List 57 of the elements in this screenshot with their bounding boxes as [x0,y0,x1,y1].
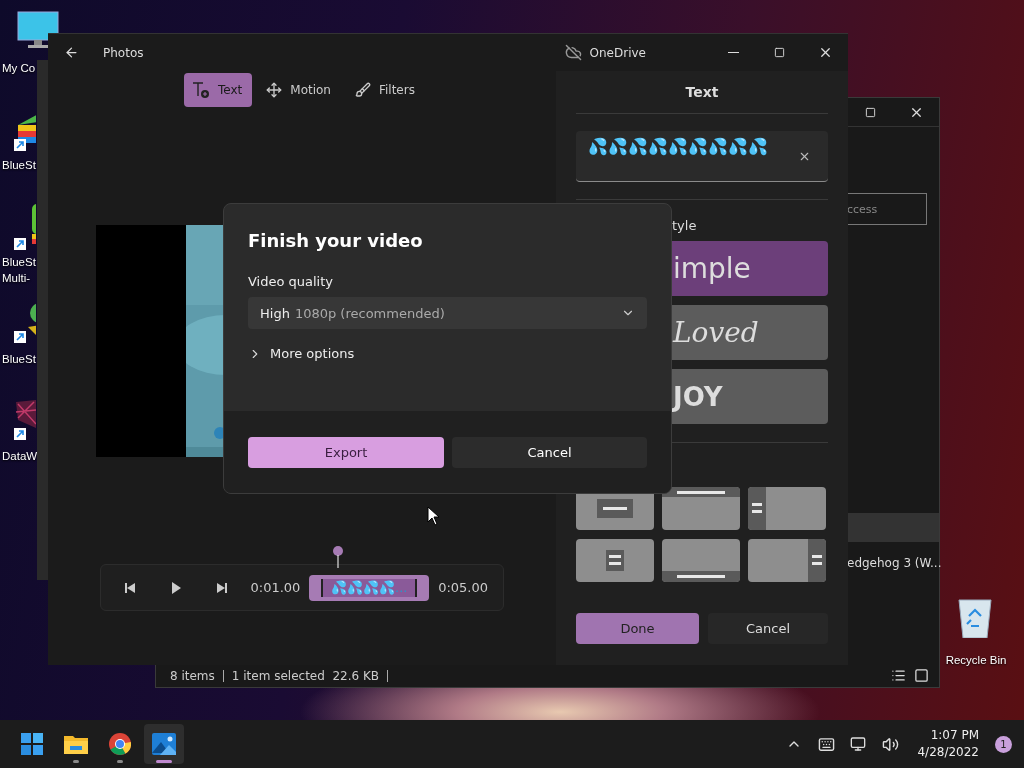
clock-time[interactable]: 1:07 PM [930,727,979,744]
desktop-icon-label[interactable]: BlueSt [0,157,36,173]
windows-logo-icon [21,733,43,755]
layout-option[interactable] [662,487,740,530]
desktop-icon-label[interactable]: DataW [0,448,38,464]
brush-icon [354,82,371,98]
end-time: 0:05.00 [437,580,489,595]
status-text: 8 items [170,668,215,683]
more-options-toggle[interactable]: More options [248,346,355,361]
quality-dropdown[interactable]: High 1080p (recommended) [248,297,647,329]
desktop-icon-label[interactable]: My Co [0,60,36,76]
desktop-icon-label[interactable]: BlueSt [0,351,36,367]
maximize-icon [773,47,785,58]
tool-tab[interactable]: Filters [346,73,425,107]
keyboard-icon [817,735,835,753]
tiles-view-icon[interactable] [914,668,929,683]
text-input-field[interactable]: 💦💦💦💦💦💦💦💦💦 [576,131,828,182]
details-view-icon[interactable] [891,668,906,683]
minimize-icon [727,52,739,53]
photos-app-icon [152,733,176,755]
emoji-text: 💦💦💦💦... [331,581,408,594]
done-button[interactable]: Done [576,613,699,644]
chrome-icon [109,733,131,755]
file-name[interactable]: edgehog 3 (W... [847,556,939,570]
dialog-title: Finish your video [248,230,424,251]
cancel-button[interactable]: Cancel [452,437,647,468]
cancel-button[interactable]: Cancel [708,613,828,644]
export-button[interactable]: Export [248,437,444,468]
folder-icon [64,734,88,754]
desktop-icon-label[interactable]: Multi- [0,270,31,286]
maximize-icon [864,106,876,118]
tool-tab[interactable]: Motion [258,73,341,107]
monitor-icon [16,10,60,50]
app-shortcut-icon [14,398,36,442]
move-icon [266,82,283,98]
playhead[interactable] [332,546,344,568]
desktop-icon-label[interactable]: BlueSt [0,254,36,270]
cloud-off-icon [564,44,582,61]
desktop-icon-label[interactable]: Recycle Bin [943,652,1007,668]
monitor-icon [850,736,867,752]
text-add-icon [192,81,210,99]
clock-date[interactable]: 4/28/2022 [917,744,979,761]
taskbar-app[interactable] [144,724,184,764]
status-text: 1 item selected 22.6 KB [231,668,380,683]
tool-tab[interactable]: Text [184,73,253,107]
panel-title: Text [576,71,828,114]
step-forward-icon [214,580,229,595]
section-label: tyle [671,218,698,233]
window-title: Photos [103,45,144,60]
field-label: Video quality [248,274,335,289]
onedrive-label[interactable]: OneDrive [589,45,646,60]
emoji-text: 💦💦💦💦💦💦💦💦💦 [588,139,768,155]
notification-badge[interactable]: 1 [995,735,1012,753]
start-time: 0:01.00 [249,580,302,595]
speaker-icon [881,735,899,753]
recycle-bin-icon[interactable] [957,596,993,638]
cursor-icon [427,506,441,526]
